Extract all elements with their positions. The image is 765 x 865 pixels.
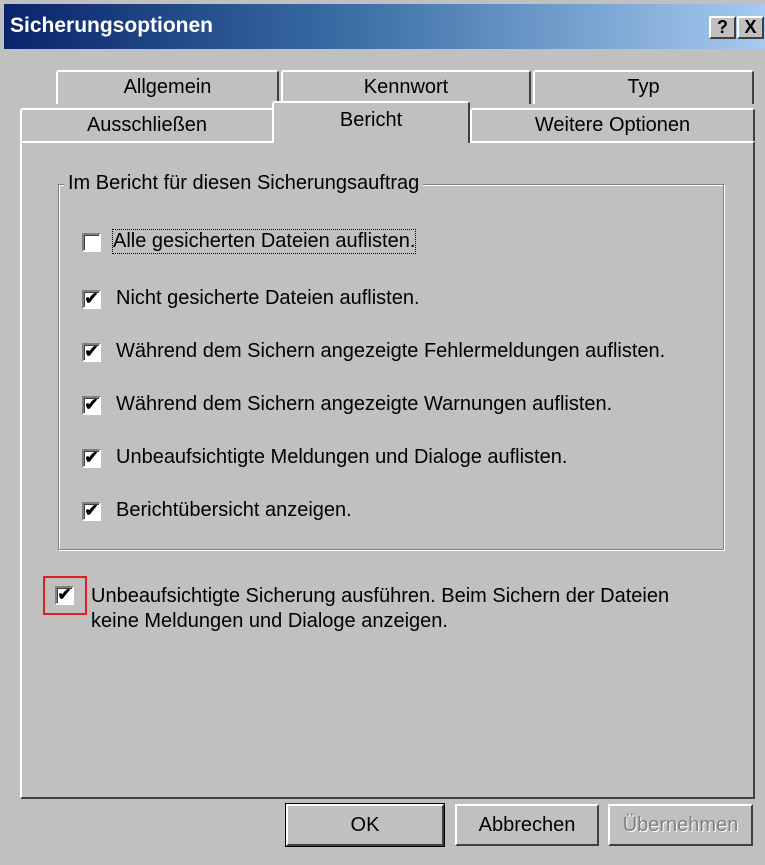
- tab-weitere-optionen[interactable]: Weitere Optionen: [470, 108, 755, 141]
- tab-ausschliessen[interactable]: Ausschließen: [20, 108, 274, 141]
- tab-label: Typ: [627, 76, 660, 98]
- unattended-label-line2[interactable]: keine Meldungen und Dialoge anzeigen.: [91, 610, 448, 633]
- option-label[interactable]: Unbeaufsichtigte Meldungen und Dialoge a…: [116, 446, 567, 469]
- option-label[interactable]: Alle gesicherten Dateien auflisten.: [111, 229, 417, 254]
- unattended-label-line1[interactable]: Unbeaufsichtigte Sicherung ausführen. Be…: [91, 585, 669, 608]
- option-checkbox[interactable]: ✔: [82, 343, 101, 362]
- window-title: Sicherungsoptionen: [10, 14, 214, 37]
- tab-typ[interactable]: Typ: [533, 70, 754, 104]
- option-label[interactable]: Berichtübersicht anzeigen.: [116, 499, 352, 522]
- cancel-button[interactable]: Abbrechen: [455, 804, 599, 846]
- apply-button[interactable]: Übernehmen: [608, 804, 753, 846]
- close-button[interactable]: X: [737, 16, 764, 39]
- unattended-checkbox[interactable]: ✔: [55, 586, 74, 605]
- tab-label: Bericht: [339, 109, 403, 131]
- option-checkbox[interactable]: ✔: [82, 396, 101, 415]
- group-legend: Im Bericht für diesen Sicherungsauftrag: [64, 172, 424, 195]
- ok-button[interactable]: OK: [285, 803, 445, 847]
- tab-allgemein[interactable]: Allgemein: [56, 70, 279, 104]
- tab-label: Ausschließen: [86, 114, 208, 136]
- tab-label: Allgemein: [123, 76, 212, 98]
- tab-label: Weitere Optionen: [534, 114, 691, 136]
- tab-label: Kennwort: [363, 76, 449, 98]
- option-label[interactable]: Während dem Sichern angezeigte Warnungen…: [116, 393, 612, 416]
- option-checkbox[interactable]: ✔: [82, 290, 101, 309]
- title-bar: Sicherungsoptionen ? X: [4, 4, 765, 49]
- option-checkbox[interactable]: ✔: [82, 502, 101, 521]
- option-label[interactable]: Während dem Sichern angezeigte Fehlermel…: [116, 340, 665, 363]
- help-button[interactable]: ?: [709, 16, 736, 39]
- option-checkbox[interactable]: [82, 233, 101, 252]
- tab-bericht[interactable]: Bericht: [272, 101, 470, 143]
- tab-kennwort[interactable]: Kennwort: [281, 70, 531, 104]
- option-checkbox[interactable]: ✔: [82, 449, 101, 468]
- option-label[interactable]: Nicht gesicherte Dateien auflisten.: [116, 287, 420, 310]
